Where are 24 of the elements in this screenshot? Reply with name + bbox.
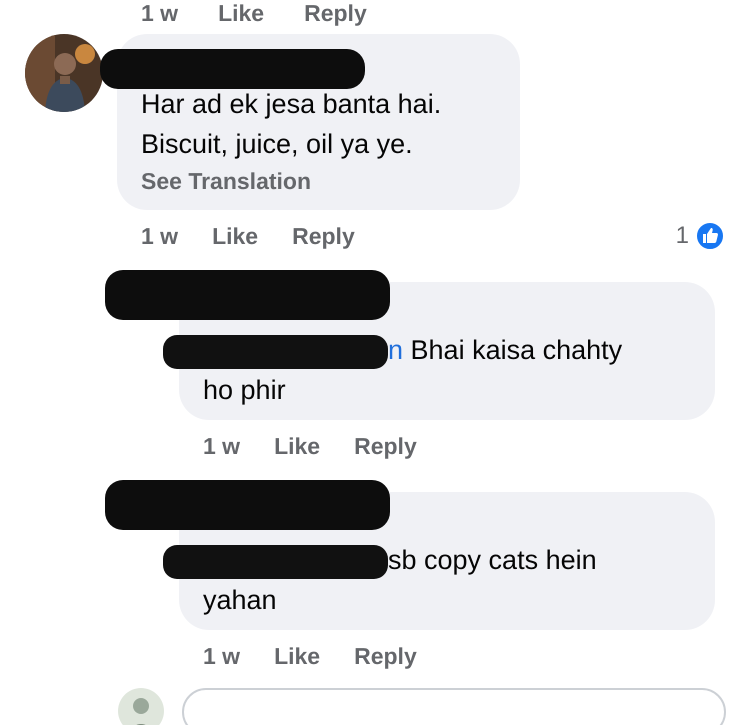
avatar[interactable]: [118, 688, 164, 725]
comment-text: Har ad ek jesa banta hai.: [141, 88, 442, 121]
like-button[interactable]: Like: [274, 432, 320, 460]
like-button[interactable]: Like: [212, 222, 258, 250]
comment-text: ho phir: [203, 374, 287, 407]
see-translation-link[interactable]: See Translation: [141, 164, 496, 198]
reaction-count: 1: [676, 222, 689, 250]
comment-time: 1 w: [141, 222, 178, 250]
comment-input-field[interactable]: [182, 688, 726, 725]
like-reaction-icon: [695, 221, 725, 251]
like-button[interactable]: Like: [218, 0, 264, 26]
comment-text: Biscuit, juice, oil ya ye.: [141, 128, 414, 161]
reply-button[interactable]: Reply: [354, 432, 417, 460]
comment-time: 1 w: [203, 642, 240, 670]
reply-button[interactable]: Reply: [354, 642, 417, 670]
comment-time: 1 w: [141, 0, 178, 26]
comment-text: sb copy cats hein: [203, 540, 691, 580]
comment-text: yahan: [203, 584, 278, 617]
comment-text: n Bhai kaisa chahty: [203, 330, 691, 370]
mention-link[interactable]: n: [388, 335, 404, 365]
like-button[interactable]: Like: [274, 642, 320, 670]
reply-button[interactable]: Reply: [292, 222, 355, 250]
comment-time: 1 w: [203, 432, 240, 460]
reply-button[interactable]: Reply: [304, 0, 367, 26]
